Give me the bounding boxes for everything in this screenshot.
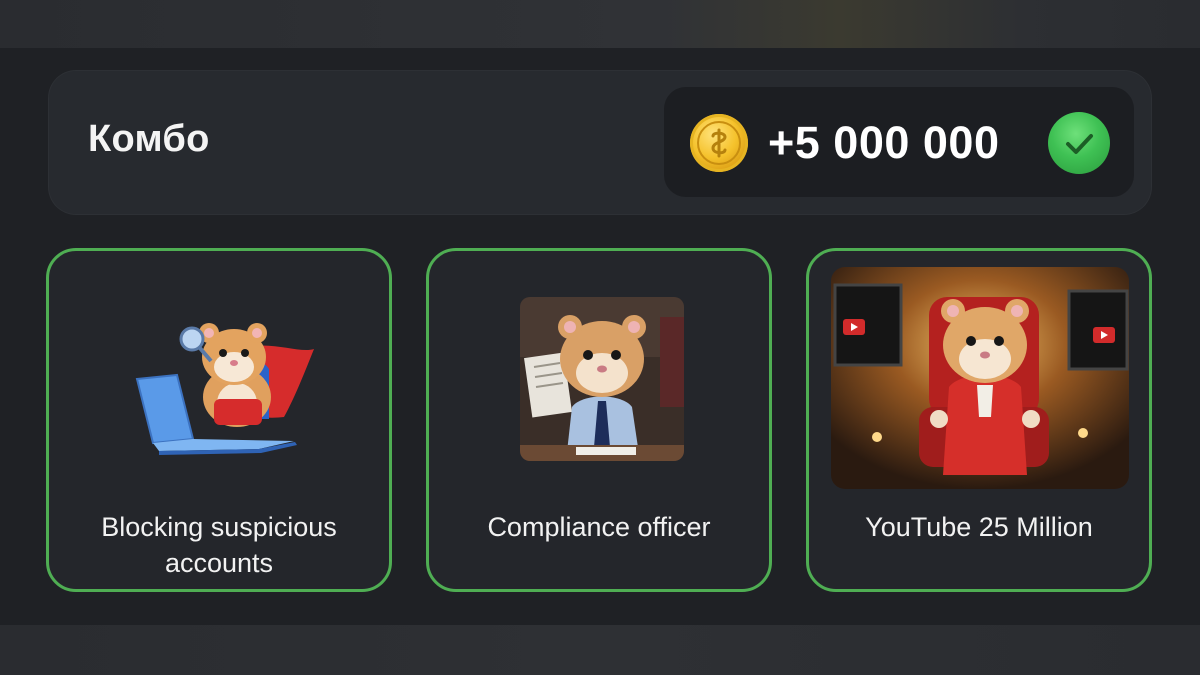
card-label: YouTube 25 Million bbox=[865, 512, 1093, 542]
combo-title: Комбо bbox=[88, 118, 210, 160]
bottom-bar bbox=[0, 625, 1200, 675]
combo-card[interactable]: Blocking suspicious accounts bbox=[46, 248, 392, 592]
coin-icon bbox=[690, 114, 748, 172]
hamster-superhero-laptop-image bbox=[119, 299, 329, 459]
card-label: Compliance officer bbox=[487, 512, 711, 542]
hamster-red-chair-youtube-image bbox=[831, 267, 1129, 489]
top-bar bbox=[0, 0, 1200, 48]
combo-card[interactable]: YouTube 25 Million bbox=[806, 248, 1152, 592]
card-label: Blocking suspicious accounts bbox=[101, 512, 337, 578]
combo-header: Комбо +5 000 000 bbox=[48, 70, 1152, 215]
reward-amount: +5 000 000 bbox=[768, 117, 1000, 168]
reward-pill: +5 000 000 bbox=[664, 87, 1134, 197]
hamster-office-suit-image bbox=[520, 297, 684, 461]
check-circle-icon bbox=[1048, 112, 1110, 174]
combo-screen: Комбо +5 000 000 Blocking suspicious acc… bbox=[0, 0, 1200, 675]
combo-card[interactable]: Compliance officer bbox=[426, 248, 772, 592]
